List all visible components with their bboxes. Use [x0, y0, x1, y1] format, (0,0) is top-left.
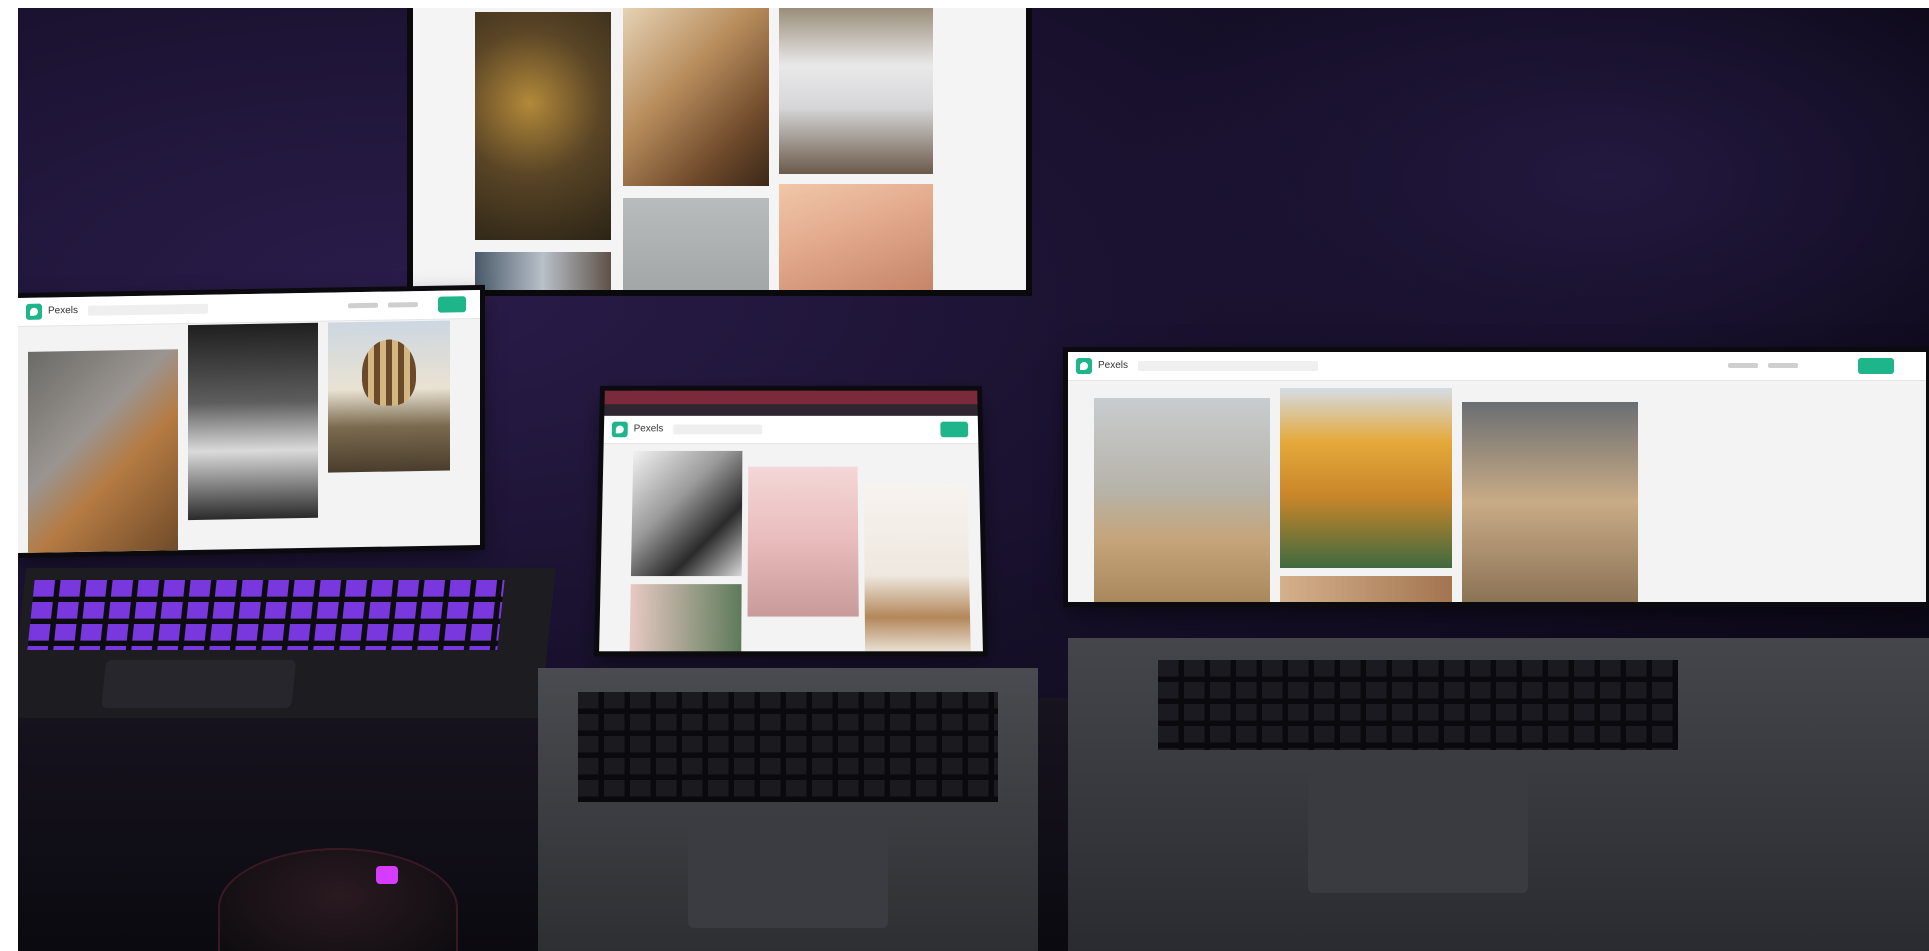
photo-tile-grey-sky	[623, 198, 769, 290]
nav-link[interactable]	[1768, 363, 1798, 368]
join-button[interactable]	[940, 421, 969, 438]
browser-address-bar	[604, 404, 978, 416]
keyboard	[578, 692, 998, 802]
left-touchpad	[101, 660, 297, 708]
app-title: Pexels	[1098, 360, 1129, 371]
join-button[interactable]	[1858, 358, 1894, 374]
photo-tile-hot-air-balloon	[328, 320, 450, 473]
nav-link[interactable]	[1728, 363, 1758, 368]
right-laptop-keyboard-deck	[1068, 638, 1929, 951]
photo-tile-coffee-hand	[623, 8, 769, 186]
center-laptop-keyboard-deck	[538, 668, 1038, 951]
search-input[interactable]	[1138, 361, 1318, 371]
photo-tile-yellow-building	[1280, 388, 1452, 568]
join-button[interactable]	[438, 296, 466, 313]
mouse-logo-icon	[376, 866, 398, 884]
photo-tile-bottom-left	[475, 252, 611, 290]
photo-tile-umbrella-tray	[28, 349, 178, 553]
photo-tile-leaves	[475, 12, 611, 240]
center-touchpad	[688, 818, 888, 928]
nav-link[interactable]	[388, 302, 418, 308]
photo-tile-pink-building	[779, 184, 933, 290]
keyboard	[1158, 660, 1678, 750]
photo-tile-pink-wall	[629, 584, 742, 652]
backlit-keyboard	[27, 580, 505, 650]
photo-tile-fire-escape	[747, 466, 859, 617]
center-app-header: Pexels	[603, 415, 979, 445]
photo-frame: Pexels Pexels Pexels	[18, 8, 1929, 951]
photo-tile-bottom-right	[1280, 576, 1452, 602]
right-touchpad	[1308, 773, 1528, 893]
left-laptop-screen: Pexels	[18, 289, 480, 554]
photo-tile-milkshakes	[863, 484, 971, 652]
photo-tile-desert-chairs	[1094, 398, 1270, 602]
center-laptop-screen: Pexels	[599, 390, 983, 652]
photo-tile-woman-reading	[630, 450, 743, 577]
search-input[interactable]	[88, 303, 208, 316]
nav-link[interactable]	[348, 302, 378, 309]
pexels-logo-icon	[611, 421, 628, 438]
app-title: Pexels	[633, 423, 664, 435]
search-input[interactable]	[673, 424, 763, 435]
right-laptop-screen: Pexels	[1068, 352, 1926, 602]
pexels-logo-icon	[26, 303, 42, 320]
app-title: Pexels	[48, 304, 79, 317]
photo-tile-trenchcoat	[1462, 402, 1638, 602]
photo-tile-cockpit	[188, 322, 318, 521]
pexels-logo-icon	[1076, 358, 1092, 374]
right-app-header: Pexels	[1068, 352, 1926, 381]
balloon-shape	[362, 339, 416, 407]
browser-tab-bar	[604, 390, 978, 405]
photo-tile-woman-sweater	[779, 8, 933, 174]
top-monitor-screen	[413, 8, 1026, 290]
left-laptop-keyboard-deck	[18, 568, 556, 718]
